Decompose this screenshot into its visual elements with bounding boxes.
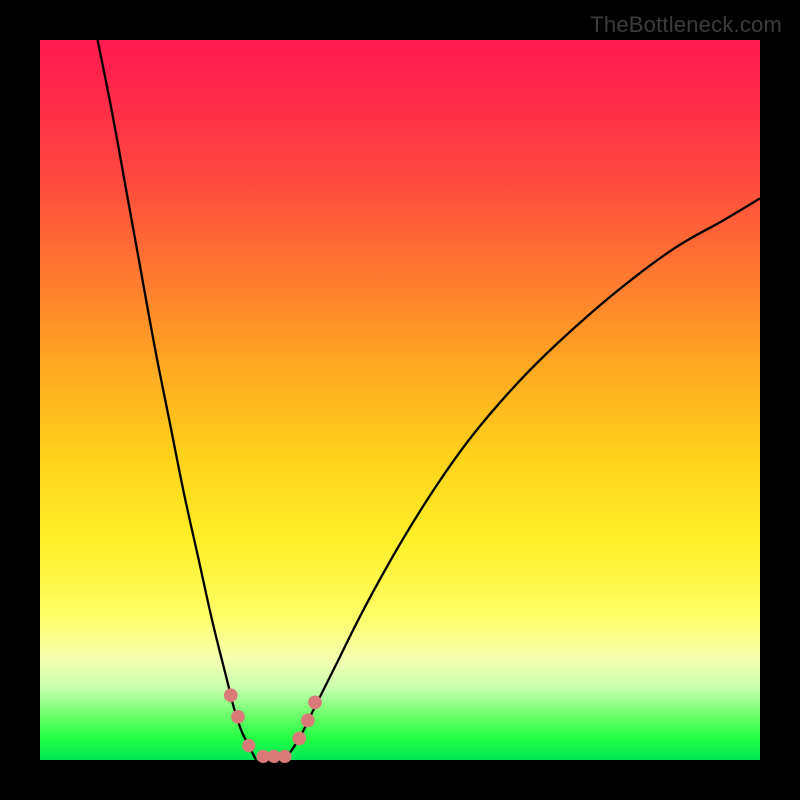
marker-dot	[308, 696, 322, 710]
marker-dot	[242, 739, 255, 752]
watermark-text: TheBottleneck.com	[590, 12, 782, 38]
chart-frame: TheBottleneck.com	[0, 0, 800, 800]
marker-dot	[278, 750, 291, 763]
plot-area	[40, 40, 760, 760]
curve-layer	[40, 40, 760, 760]
right-branch-path	[285, 198, 760, 760]
marker-dot	[224, 688, 238, 702]
left-branch-path	[98, 40, 256, 760]
marker-dot	[231, 710, 245, 724]
marker-dot	[301, 714, 315, 728]
marker-dot	[292, 732, 306, 746]
